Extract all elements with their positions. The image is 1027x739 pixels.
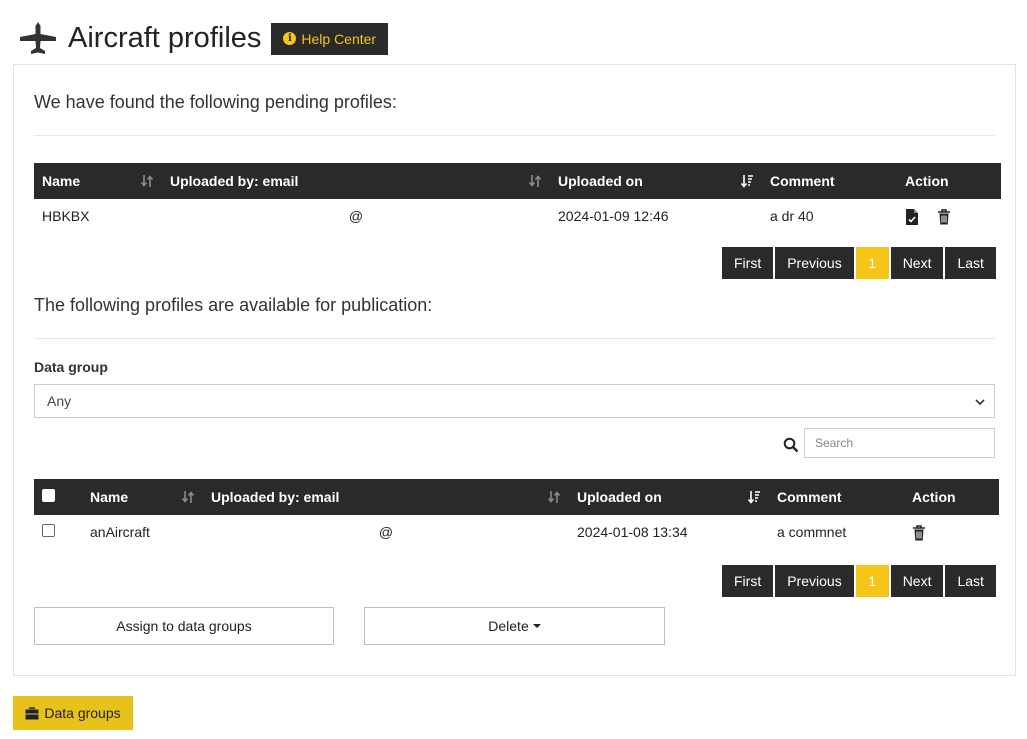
sort-icon[interactable] [528,174,542,188]
cell-name: HBKBX [42,208,90,224]
table-header-row: Name Uploaded by: email Uploaded on Comm… [34,163,1001,199]
col-select-all [34,479,82,515]
page-previous-button[interactable]: Previous [775,565,854,597]
col-uploaded-by[interactable]: Uploaded by: email [162,163,550,199]
page-first-button[interactable]: First [722,565,774,597]
available-pagination: First Previous 1 Next Last [722,565,996,597]
data-group-select[interactable]: Any [34,384,995,418]
caret-down-icon [532,624,541,628]
cell-comment: a commnet [777,524,847,540]
pending-intro: We have found the following pending prof… [34,92,397,112]
cell-uploaded-on: 2024-01-08 13:34 [577,524,688,540]
table-header-row: Name Uploaded by: email Uploaded on Comm… [34,479,999,515]
cell-uploaded-on: 2024-01-09 12:46 [558,208,669,224]
divider [34,135,995,136]
help-center-label: Help Center [301,30,377,47]
search-icon [783,437,799,453]
col-uploaded-on[interactable]: Uploaded on [569,479,769,515]
publish-file-icon[interactable] [905,208,919,225]
table-row: HBKBX @ 2024-01-09 12:46 a dr 40 [34,199,1001,233]
cell-action [897,199,1001,233]
col-uploaded-on[interactable]: Uploaded on [550,163,762,199]
trash-icon[interactable] [937,208,951,225]
col-name[interactable]: Name [34,163,162,199]
data-group-label: Data group [34,359,108,375]
data-groups-button[interactable]: Data groups [13,696,133,730]
trash-icon[interactable] [912,524,926,541]
pending-table: Name Uploaded by: email Uploaded on Comm… [34,163,1001,233]
row-checkbox[interactable] [42,524,55,537]
briefcase-icon [25,706,39,719]
sort-icon[interactable] [140,174,154,188]
delete-dropdown-button[interactable]: Delete [364,607,665,645]
profiles-panel: We have found the following pending prof… [13,64,1016,676]
cell-email: @ [348,208,364,224]
plane-icon [20,22,56,54]
page-next-button[interactable]: Next [890,565,944,597]
col-action: Action [897,163,1001,199]
page-last-button[interactable]: Last [945,565,996,597]
cell-action [904,515,999,549]
sort-icon[interactable] [181,490,195,504]
col-action: Action [904,479,999,515]
col-uploaded-by[interactable]: Uploaded by: email [203,479,569,515]
available-intro: The following profiles are available for… [34,295,433,315]
cell-name: anAircraft [90,524,150,540]
data-group-value: Any [47,393,72,409]
page-first-button[interactable]: First [722,247,774,279]
page-next-button[interactable]: Next [890,247,944,279]
cell-select [34,515,82,549]
table-row: anAircraft @ 2024-01-08 13:34 a commnet [34,515,999,549]
search-input[interactable] [804,428,995,458]
page-previous-button[interactable]: Previous [775,247,854,279]
divider [34,338,995,339]
cell-comment: a dr 40 [770,208,814,224]
page-last-button[interactable]: Last [945,247,996,279]
col-comment: Comment [769,479,904,515]
sort-icon[interactable] [547,490,561,504]
page-current-button[interactable]: 1 [855,247,889,279]
cell-email: @ [378,524,394,540]
col-comment: Comment [762,163,897,199]
help-center-button[interactable]: i Help Center [271,22,389,55]
info-icon: i [283,32,297,45]
page-header: Aircraft profiles i Help Center [18,18,389,58]
chevron-down-icon [975,399,985,406]
page-current-button[interactable]: 1 [855,565,889,597]
available-table: Name Uploaded by: email Uploaded on Comm… [34,479,999,549]
assign-data-groups-button[interactable]: Assign to data groups [34,607,334,645]
sort-desc-icon[interactable] [747,490,761,504]
sort-desc-icon[interactable] [740,174,754,188]
pending-pagination: First Previous 1 Next Last [722,247,996,279]
page-title: Aircraft profiles [68,22,262,54]
select-all-checkbox[interactable] [42,489,55,502]
col-name[interactable]: Name [82,479,203,515]
